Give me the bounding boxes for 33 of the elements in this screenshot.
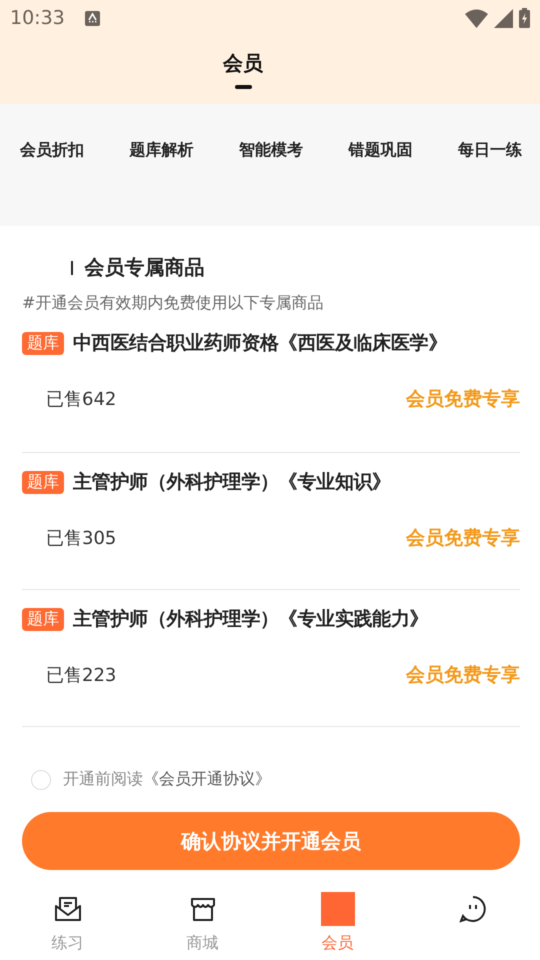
- feature-button[interactable]: 会员折扣: [20, 140, 84, 161]
- wifi-icon: [465, 8, 488, 28]
- category-tag: 题库: [22, 332, 64, 354]
- member-offer: 会员免费专享: [406, 387, 520, 412]
- member-icon: [320, 892, 354, 926]
- sold-count: 已售305: [46, 527, 116, 550]
- battery-icon: [519, 8, 530, 28]
- feature-button[interactable]: 错题巩固: [348, 140, 412, 161]
- agreement-text: 开通前阅读《会员开通协议》: [63, 769, 271, 790]
- member-offer: 会员免费专享: [406, 663, 520, 688]
- envelope-icon: [54, 895, 82, 923]
- member-offer: 会员免费专享: [406, 526, 520, 551]
- category-tag: 题库: [22, 470, 64, 494]
- store-icon: [188, 895, 216, 923]
- feature-button[interactable]: 智能模考: [239, 140, 303, 161]
- chat-icon: [458, 895, 486, 923]
- signal-icon: [494, 8, 513, 28]
- tab-indicator: [234, 85, 252, 89]
- product-name[interactable]: 主管护师（外科护理学）《专业实践能力》: [73, 606, 428, 632]
- category-tag: 题库: [22, 608, 64, 630]
- sold-count: 已售642: [46, 388, 116, 411]
- keyboard-icon: [84, 10, 100, 26]
- agree-radio[interactable]: [31, 770, 51, 790]
- agreement-link[interactable]: 《会员开通协议》: [143, 769, 271, 788]
- sold-count: 已售223: [46, 664, 116, 687]
- product-name[interactable]: 中西医结合职业药师资格《西医及临床医学》: [73, 330, 448, 356]
- status-time: 10:33: [10, 7, 65, 29]
- section-title: 会员专属商品: [84, 254, 204, 281]
- feature-button[interactable]: 题库解析: [130, 140, 194, 161]
- page-title: 会员: [223, 50, 263, 77]
- product-name[interactable]: 主管护师（外科护理学）《专业知识》: [73, 469, 391, 495]
- feature-button[interactable]: 每日一练: [458, 140, 522, 161]
- section-subtitle: #开通会员有效期内免费使用以下专属商品: [22, 293, 324, 314]
